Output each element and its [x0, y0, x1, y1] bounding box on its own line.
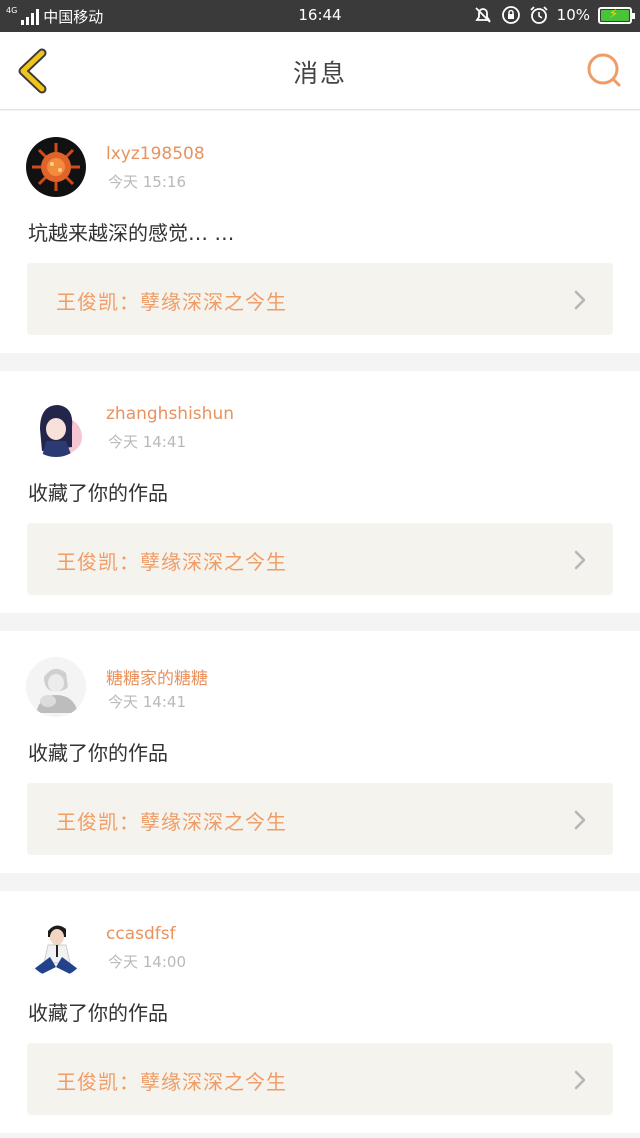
alarm-clock-icon: [530, 6, 548, 24]
message-card: lxyz198508 今天 15:16 坑越来越深的感觉… … 王俊凯：孽缘深深…: [0, 111, 640, 353]
work-title: 王俊凯：孽缘深深之今生: [56, 1070, 287, 1094]
avatar-anime-girl-icon: [26, 397, 86, 457]
username[interactable]: lxyz198508: [106, 144, 205, 164]
work-link[interactable]: 王俊凯：孽缘深深之今生: [27, 263, 613, 335]
message-time: 今天 14:41: [108, 693, 186, 711]
username[interactable]: zhanghshishun: [106, 404, 234, 424]
work-title: 王俊凯：孽缘深深之今生: [56, 550, 287, 574]
message-time: 今天 14:00: [108, 953, 186, 971]
chevron-right-icon: [574, 810, 586, 830]
avatar[interactable]: [26, 397, 86, 457]
message-content: 坑越来越深的感觉… …: [28, 221, 235, 245]
page-title: 消息: [292, 59, 347, 88]
message-card: 糖糖家的糖糖 今天 14:41 收藏了你的作品 王俊凯：孽缘深深之今生: [0, 631, 640, 873]
username[interactable]: 糖糖家的糖糖: [106, 664, 208, 689]
message-card: zhanghshishun 今天 14:41 收藏了你的作品 王俊凯：孽缘深深之…: [0, 371, 640, 613]
avatar[interactable]: [26, 917, 86, 977]
avatar[interactable]: [26, 137, 86, 197]
message-time: 今天 15:16: [108, 173, 186, 191]
battery-percent: 10%: [556, 6, 590, 24]
chevron-right-icon: [574, 1070, 586, 1090]
header: 消息: [0, 32, 640, 110]
message-content: 收藏了你的作品: [28, 481, 168, 505]
username[interactable]: ccasdfsf: [106, 924, 176, 944]
avatar-person-icon: [26, 917, 86, 977]
avatar[interactable]: [26, 657, 86, 717]
status-bar: 4G 中国移动 16:44 10% ⚡: [0, 0, 640, 32]
message-content: 收藏了你的作品: [28, 1001, 168, 1025]
avatar-virus-icon: [26, 137, 86, 197]
work-link[interactable]: 王俊凯：孽缘深深之今生: [27, 523, 613, 595]
status-right: 10% ⚡: [473, 5, 635, 25]
message-time: 今天 14:41: [108, 433, 186, 451]
message-list: lxyz198508 今天 15:16 坑越来越深的感觉… … 王俊凯：孽缘深深…: [0, 111, 640, 1138]
work-title: 王俊凯：孽缘深深之今生: [56, 810, 287, 834]
chevron-right-icon: [574, 290, 586, 310]
rotation-lock-icon: [501, 6, 520, 24]
message-content: 收藏了你的作品: [28, 741, 168, 765]
avatar-sketch-icon: [26, 657, 86, 717]
search-icon[interactable]: [584, 50, 624, 90]
work-title: 王俊凯：孽缘深深之今生: [56, 290, 287, 314]
work-link[interactable]: 王俊凯：孽缘深深之今生: [27, 1043, 613, 1115]
chevron-right-icon: [574, 550, 586, 570]
battery-icon: ⚡: [598, 6, 635, 24]
message-card: ccasdfsf 今天 14:00 收藏了你的作品 王俊凯：孽缘深深之今生: [0, 891, 640, 1133]
mute-bell-icon: [474, 7, 491, 23]
work-link[interactable]: 王俊凯：孽缘深深之今生: [27, 783, 613, 855]
